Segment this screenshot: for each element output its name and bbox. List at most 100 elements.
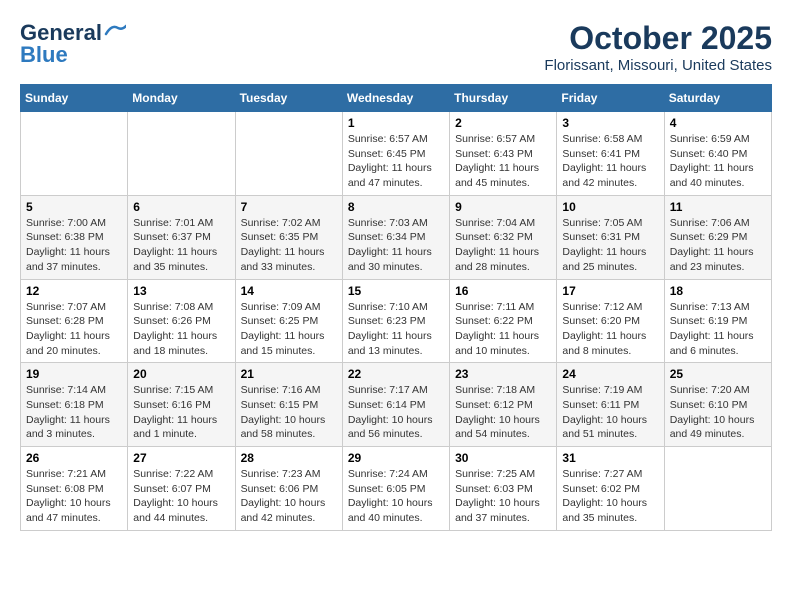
logo: General Blue	[20, 20, 126, 68]
day-number: 5	[26, 200, 122, 214]
title-block: October 2025 Florissant, Missouri, Unite…	[544, 20, 772, 74]
day-info: Sunrise: 7:22 AM Sunset: 6:07 PM Dayligh…	[133, 467, 229, 526]
day-number: 3	[562, 116, 658, 130]
calendar-cell: 19Sunrise: 7:14 AM Sunset: 6:18 PM Dayli…	[21, 363, 128, 447]
day-number: 20	[133, 367, 229, 381]
day-number: 10	[562, 200, 658, 214]
calendar-header-row: SundayMondayTuesdayWednesdayThursdayFrid…	[21, 85, 772, 112]
day-number: 4	[670, 116, 766, 130]
calendar-cell: 26 Sunrise: 7:21 AM Sunset: 6:08 PM Dayli…	[21, 447, 128, 531]
day-info: Sunrise: 7:05 AM Sunset: 6:31 PM Dayligh…	[562, 216, 658, 275]
day-info: Sunrise: 7:16 AM Sunset: 6:15 PM Dayligh…	[241, 383, 337, 442]
calendar-cell: 3Sunrise: 6:58 AM Sunset: 6:41 PM Daylig…	[557, 112, 664, 196]
calendar-cell: 22 Sunrise: 7:17 AM Sunset: 6:14 PM Dayli…	[342, 363, 449, 447]
calendar-cell: 28Sunrise: 7:23 AM Sunset: 6:06 PM Dayli…	[235, 447, 342, 531]
day-number: 21	[241, 367, 337, 381]
day-info: Sunrise: 6:57 AM Sunset: 6:45 PM Dayligh…	[348, 132, 444, 191]
weekday-header-sunday: Sunday	[21, 85, 128, 112]
calendar-cell: 16Sunrise: 7:11 AM Sunset: 6:22 PM Dayli…	[450, 279, 557, 363]
calendar-cell: 30 Sunrise: 7:25 AM Sunset: 6:03 PM Dayli…	[450, 447, 557, 531]
calendar-cell: 9 Sunrise: 7:04 AM Sunset: 6:32 PM Daylig…	[450, 195, 557, 279]
page-title: October 2025	[544, 20, 772, 57]
calendar-cell	[21, 112, 128, 196]
calendar-week-5: 26 Sunrise: 7:21 AM Sunset: 6:08 PM Dayli…	[21, 447, 772, 531]
day-info: Sunrise: 7:17 AM Sunset: 6:14 PM Dayligh…	[348, 383, 444, 442]
calendar-cell: 24 Sunrise: 7:19 AM Sunset: 6:11 PM Dayli…	[557, 363, 664, 447]
calendar-week-4: 19Sunrise: 7:14 AM Sunset: 6:18 PM Dayli…	[21, 363, 772, 447]
day-number: 22	[348, 367, 444, 381]
day-info: Sunrise: 7:10 AM Sunset: 6:23 PM Dayligh…	[348, 300, 444, 359]
calendar-cell: 29 Sunrise: 7:24 AM Sunset: 6:05 PM Dayli…	[342, 447, 449, 531]
calendar-table: SundayMondayTuesdayWednesdayThursdayFrid…	[20, 84, 772, 531]
day-info: Sunrise: 7:02 AM Sunset: 6:35 PM Dayligh…	[241, 216, 337, 275]
calendar-body: 1 Sunrise: 6:57 AM Sunset: 6:45 PM Daylig…	[21, 112, 772, 531]
calendar-cell: 18 Sunrise: 7:13 AM Sunset: 6:19 PM Dayli…	[664, 279, 771, 363]
logo-bird-icon	[104, 24, 126, 38]
day-info: Sunrise: 7:25 AM Sunset: 6:03 PM Dayligh…	[455, 467, 551, 526]
day-number: 26	[26, 451, 122, 465]
day-number: 14	[241, 284, 337, 298]
day-number: 29	[348, 451, 444, 465]
calendar-cell	[235, 112, 342, 196]
day-number: 13	[133, 284, 229, 298]
day-info: Sunrise: 7:20 AM Sunset: 6:10 PM Dayligh…	[670, 383, 766, 442]
calendar-cell: 2 Sunrise: 6:57 AM Sunset: 6:43 PM Daylig…	[450, 112, 557, 196]
weekday-header-friday: Friday	[557, 85, 664, 112]
day-number: 25	[670, 367, 766, 381]
weekday-header-saturday: Saturday	[664, 85, 771, 112]
calendar-cell	[128, 112, 235, 196]
day-number: 23	[455, 367, 551, 381]
day-number: 16	[455, 284, 551, 298]
calendar-cell: 27 Sunrise: 7:22 AM Sunset: 6:07 PM Dayli…	[128, 447, 235, 531]
day-info: Sunrise: 7:19 AM Sunset: 6:11 PM Dayligh…	[562, 383, 658, 442]
calendar-cell: 13 Sunrise: 7:08 AM Sunset: 6:26 PM Dayli…	[128, 279, 235, 363]
day-info: Sunrise: 7:03 AM Sunset: 6:34 PM Dayligh…	[348, 216, 444, 275]
day-number: 8	[348, 200, 444, 214]
calendar-cell: 11Sunrise: 7:06 AM Sunset: 6:29 PM Dayli…	[664, 195, 771, 279]
day-number: 27	[133, 451, 229, 465]
day-info: Sunrise: 7:24 AM Sunset: 6:05 PM Dayligh…	[348, 467, 444, 526]
day-number: 24	[562, 367, 658, 381]
day-info: Sunrise: 7:23 AM Sunset: 6:06 PM Dayligh…	[241, 467, 337, 526]
day-info: Sunrise: 7:13 AM Sunset: 6:19 PM Dayligh…	[670, 300, 766, 359]
day-number: 11	[670, 200, 766, 214]
calendar-cell: 23 Sunrise: 7:18 AM Sunset: 6:12 PM Dayli…	[450, 363, 557, 447]
day-info: Sunrise: 7:18 AM Sunset: 6:12 PM Dayligh…	[455, 383, 551, 442]
day-number: 15	[348, 284, 444, 298]
day-info: Sunrise: 7:07 AM Sunset: 6:28 PM Dayligh…	[26, 300, 122, 359]
calendar-cell: 10 Sunrise: 7:05 AM Sunset: 6:31 PM Dayli…	[557, 195, 664, 279]
calendar-cell: 8 Sunrise: 7:03 AM Sunset: 6:34 PM Daylig…	[342, 195, 449, 279]
calendar-cell: 21 Sunrise: 7:16 AM Sunset: 6:15 PM Dayli…	[235, 363, 342, 447]
day-info: Sunrise: 7:27 AM Sunset: 6:02 PM Dayligh…	[562, 467, 658, 526]
calendar-cell: 20Sunrise: 7:15 AM Sunset: 6:16 PM Dayli…	[128, 363, 235, 447]
calendar-cell: 6Sunrise: 7:01 AM Sunset: 6:37 PM Daylig…	[128, 195, 235, 279]
calendar-cell: 25 Sunrise: 7:20 AM Sunset: 6:10 PM Dayli…	[664, 363, 771, 447]
day-info: Sunrise: 7:12 AM Sunset: 6:20 PM Dayligh…	[562, 300, 658, 359]
calendar-cell: 14 Sunrise: 7:09 AM Sunset: 6:25 PM Dayli…	[235, 279, 342, 363]
day-number: 9	[455, 200, 551, 214]
day-number: 12	[26, 284, 122, 298]
day-number: 1	[348, 116, 444, 130]
day-number: 2	[455, 116, 551, 130]
day-info: Sunrise: 6:57 AM Sunset: 6:43 PM Dayligh…	[455, 132, 551, 191]
calendar-cell: 4Sunrise: 6:59 AM Sunset: 6:40 PM Daylig…	[664, 112, 771, 196]
page-header: General Blue October 2025 Florissant, Mi…	[20, 20, 772, 74]
day-number: 18	[670, 284, 766, 298]
calendar-cell: 31Sunrise: 7:27 AM Sunset: 6:02 PM Dayli…	[557, 447, 664, 531]
calendar-cell: 15 Sunrise: 7:10 AM Sunset: 6:23 PM Dayli…	[342, 279, 449, 363]
calendar-week-3: 12 Sunrise: 7:07 AM Sunset: 6:28 PM Dayli…	[21, 279, 772, 363]
day-info: Sunrise: 7:21 AM Sunset: 6:08 PM Dayligh…	[26, 467, 122, 526]
day-number: 30	[455, 451, 551, 465]
day-number: 7	[241, 200, 337, 214]
calendar-cell: 17Sunrise: 7:12 AM Sunset: 6:20 PM Dayli…	[557, 279, 664, 363]
weekday-header-monday: Monday	[128, 85, 235, 112]
weekday-header-tuesday: Tuesday	[235, 85, 342, 112]
day-info: Sunrise: 7:08 AM Sunset: 6:26 PM Dayligh…	[133, 300, 229, 359]
day-info: Sunrise: 7:09 AM Sunset: 6:25 PM Dayligh…	[241, 300, 337, 359]
calendar-cell: 12 Sunrise: 7:07 AM Sunset: 6:28 PM Dayli…	[21, 279, 128, 363]
calendar-cell	[664, 447, 771, 531]
calendar-cell: 5Sunrise: 7:00 AM Sunset: 6:38 PM Daylig…	[21, 195, 128, 279]
logo-blue: Blue	[20, 42, 68, 68]
day-info: Sunrise: 7:04 AM Sunset: 6:32 PM Dayligh…	[455, 216, 551, 275]
calendar-cell: 7 Sunrise: 7:02 AM Sunset: 6:35 PM Daylig…	[235, 195, 342, 279]
